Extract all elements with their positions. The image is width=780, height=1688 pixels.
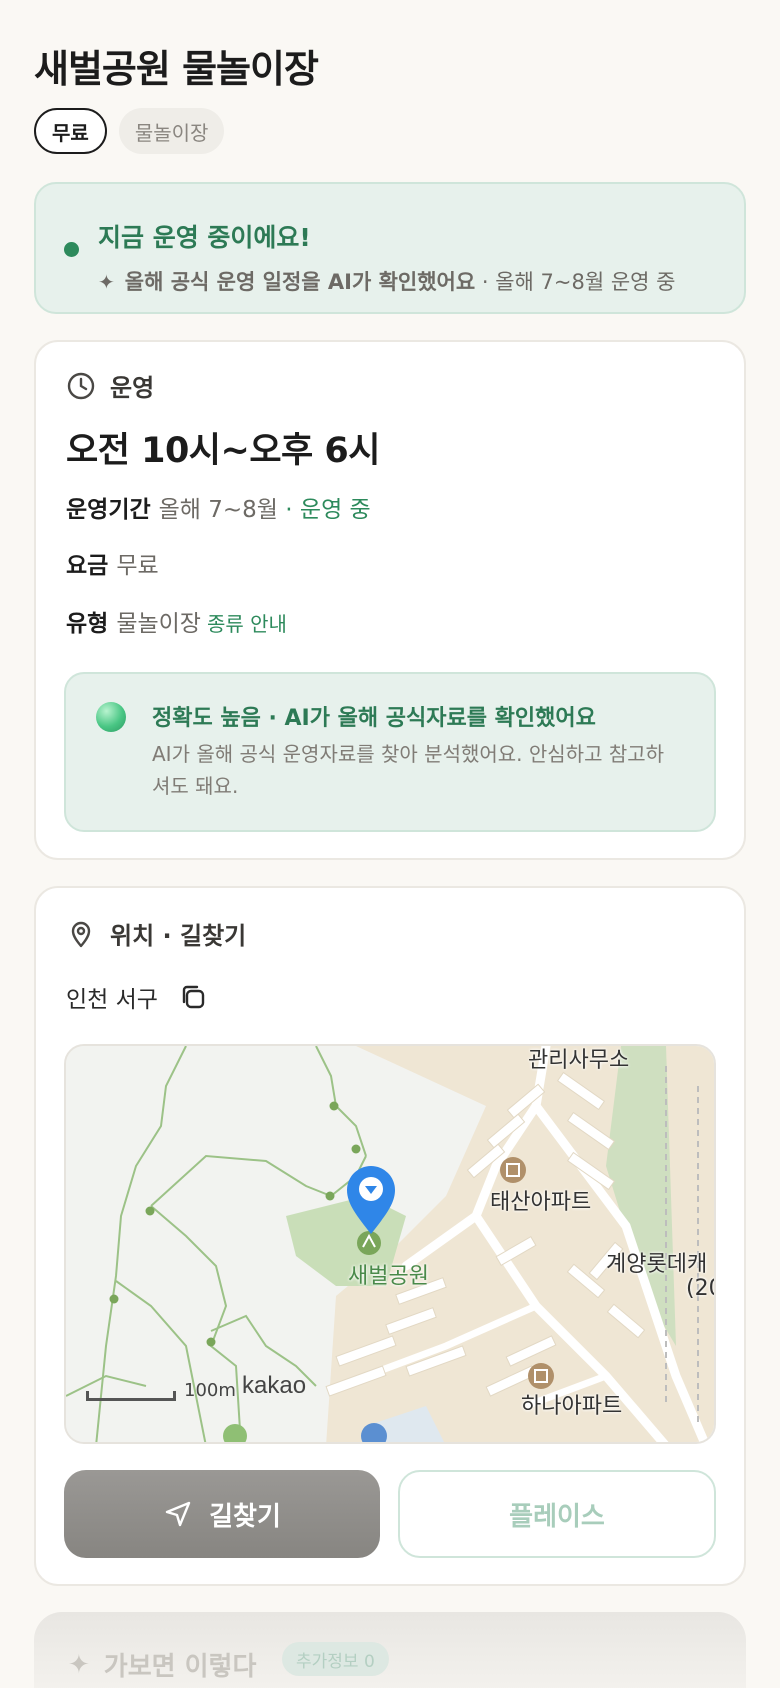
tag-chips: 무료 물놀이장 [34,108,225,154]
chip-free[interactable]: 무료 [34,108,107,154]
next-section-title: 가보면 이렇다 [103,1652,257,1682]
status-subtext: ✦ 올해 공식 운영 일정을 AI가 확인했어요 · 올해 7~8월 운영 중 [98,266,675,296]
directions-button-label: 길찾기 [209,1501,281,1532]
ai-accuracy-title: 정확도 높음 · AI가 올해 공식자료를 확인했어요 [152,706,596,731]
open-dot-icon [64,242,79,257]
operation-label: 운영 [110,374,155,402]
type-value: 물놀이장 [116,611,201,637]
map-label-right2: (20 [686,1276,714,1301]
next-section-badge: 추가정보 0 [282,1642,389,1676]
operating-hours: 오전 10시~오후 6시 [66,431,380,471]
map-label-apt2: 하나아파트 [521,1394,623,1419]
type-row: 유형 물놀이장 종류 안내 [66,604,287,638]
directions-button[interactable]: 길찾기 [64,1470,380,1558]
address-text: 인천 서구 [66,987,158,1013]
sparkle-icon: ✦ [68,1649,90,1680]
ai-orb-icon [96,702,126,732]
clock-icon [67,372,95,399]
period-value: 올해 7~8월 [158,497,278,523]
fee-value: 무료 [116,553,159,579]
ai-accuracy-box: 정확도 높음 · AI가 올해 공식자료를 확인했어요 AI가 올해 공식 운영… [64,672,716,832]
places-button-label: 플레이스 [509,1501,605,1532]
page-title: 새벌공원 물놀이장 [34,47,319,91]
chip-waterpark[interactable]: 물놀이장 [118,108,225,154]
operation-header: 운영 [66,368,154,403]
map-label-right: 계양롯데캐 [606,1252,708,1277]
navigation-arrow-icon [165,1501,191,1527]
location-pin-icon [71,921,91,947]
map-brand-logo: kakao [242,1372,307,1399]
sparkle-icon: ✦ [98,270,115,294]
ai-accuracy-desc: AI가 올해 공식 운영자료를 찾아 분석했어요. 안심하고 참고하셔도 돼요. [152,742,665,798]
period-label: 운영기간 [66,497,151,523]
places-button[interactable]: 플레이스 [398,1470,716,1558]
selected-place-pin-icon[interactable] [345,1164,397,1236]
status-sub-rest: · 올해 7~8월 운영 중 [475,270,676,294]
scale-bar [86,1391,176,1401]
period-row: 운영기간 올해 7~8월 · 운영 중 [66,490,371,524]
next-section-card: ✦ 가보면 이렇다 추가정보 0 [34,1612,746,1688]
map-label-park: 새벌공원 [348,1264,429,1289]
map-label-apt1: 태산아파트 [490,1190,592,1215]
type-label: 유형 [66,611,109,637]
type-guide-link[interactable]: 종류 안내 [207,612,287,636]
fee-label: 요금 [66,553,109,579]
location-header: 위치 · 길찾기 [66,916,246,951]
map-label-office: 관리사무소 [528,1048,630,1073]
fee-row: 요금 무료 [66,546,159,580]
map-scale: 100m [86,1380,236,1401]
address-row: 인천 서구 [66,980,208,1014]
location-card: 위치 · 길찾기 인천 서구 관리사무소 태산아파트 하나아파트 새벌공원 계양… [34,886,746,1586]
copy-icon[interactable] [178,982,208,1012]
scale-text: 100m [184,1380,236,1401]
period-status: · 운영 중 [277,497,371,523]
status-sub-strong: 올해 공식 운영 일정을 AI가 확인했어요 [124,270,476,294]
open-status-banner: 지금 운영 중이에요! ✦ 올해 공식 운영 일정을 AI가 확인했어요 · 올해… [34,182,746,314]
location-label: 위치 · 길찾기 [110,922,247,950]
map-view[interactable]: 관리사무소 태산아파트 하나아파트 새벌공원 계양롯데캐 (20 100m ka… [64,1044,716,1444]
status-headline: 지금 운영 중이에요! [98,223,311,252]
operation-card: 운영 오전 10시~오후 6시 운영기간 올해 7~8월 · 운영 중 요금 무료 … [34,340,746,860]
next-section-title-row: ✦ 가보면 이렇다 [68,1646,256,1683]
